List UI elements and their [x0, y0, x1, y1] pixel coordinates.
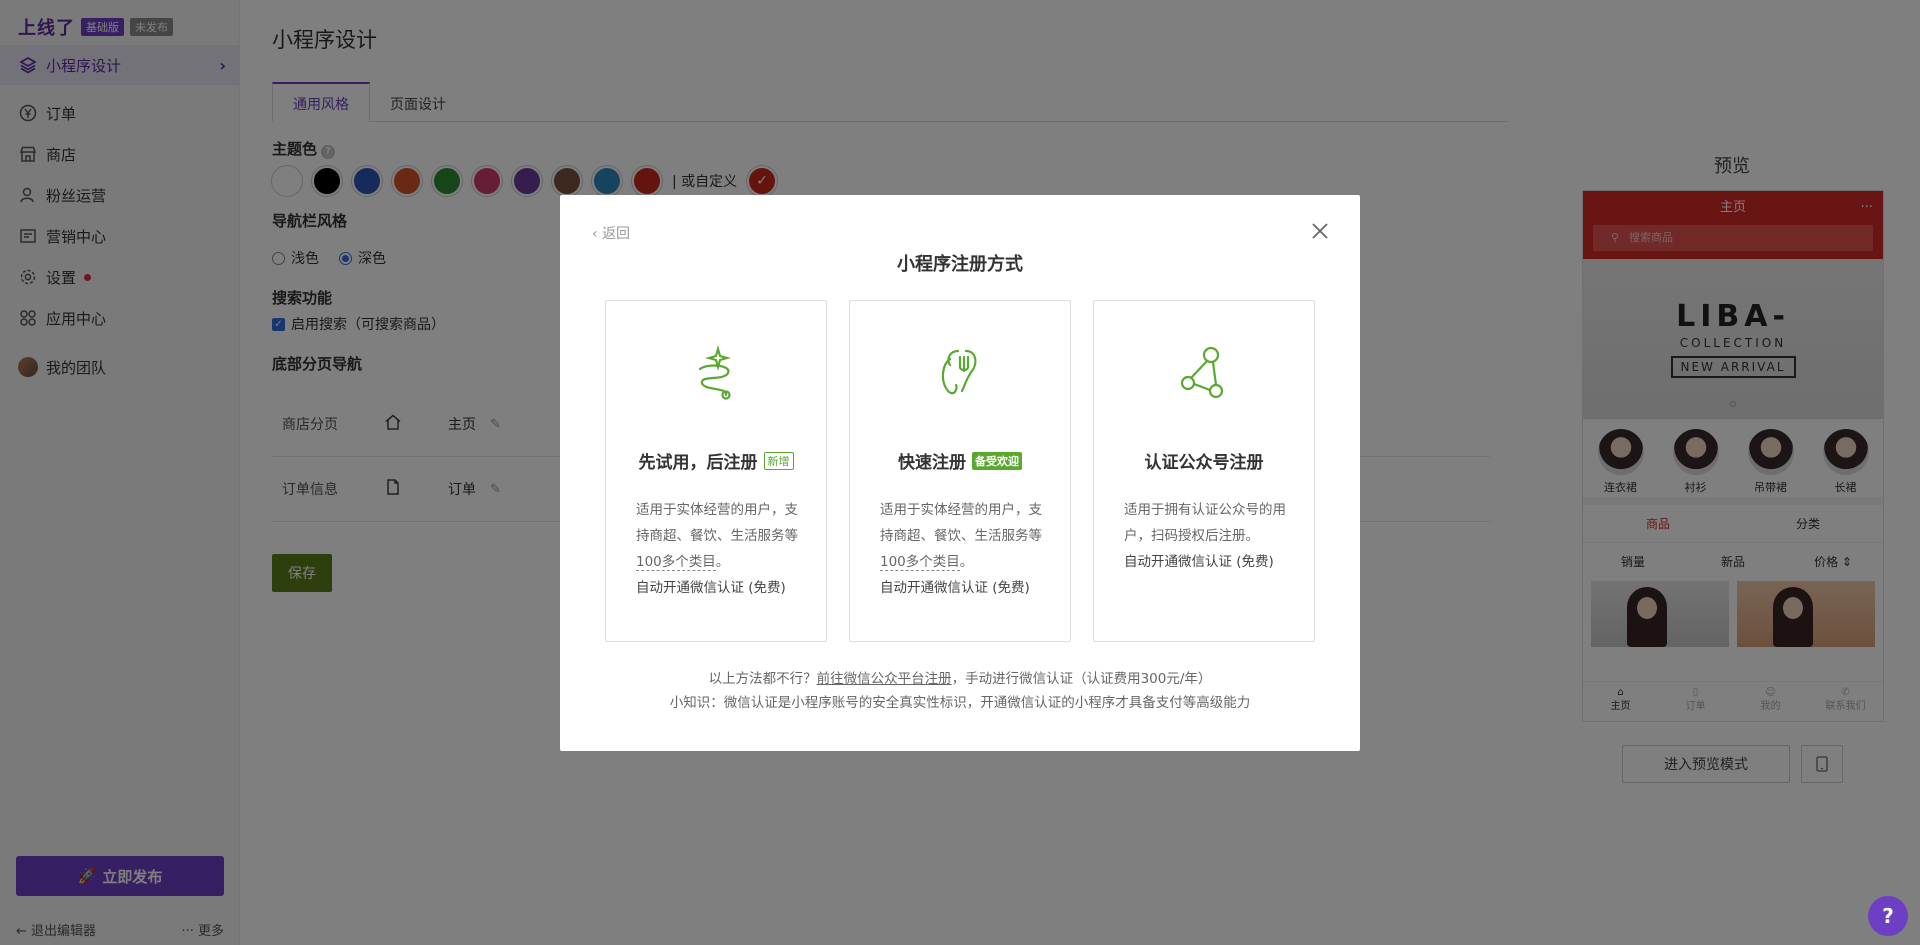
card-title-text: 先试用，后注册	[638, 453, 758, 473]
help-button[interactable]: ?	[1868, 896, 1908, 936]
category-count-link[interactable]: 100多个类目	[880, 554, 960, 571]
card-free-note: 自动开通微信认证 (免费)	[880, 580, 1030, 596]
new-tag: 新增	[763, 451, 794, 470]
modal-tip: 小知识：微信认证是小程序账号的安全真实性标识，开通微信认证的小程序才具备支付等高…	[669, 695, 1251, 711]
card-title: 先试用，后注册 新增	[606, 448, 826, 473]
modal-footer-note: 以上方法都不行？前往微信公众平台注册，手动进行微信认证（认证费用300元/年）	[560, 667, 1360, 687]
card-title: 快速注册 备受欢迎	[850, 448, 1070, 473]
card-title-text: 认证公众号注册	[1144, 453, 1264, 473]
register-card-official-account[interactable]: 认证公众号注册 适用于拥有认证公众号的用户，扫码授权后注册。 自动开通微信认证 …	[1093, 300, 1315, 642]
card-description: 适用于拥有认证公众号的用户，扫码授权后注册。	[1124, 502, 1286, 544]
card-free-note: 自动开通微信认证 (免费)	[636, 580, 786, 596]
category-count-link[interactable]: 100多个类目	[636, 554, 716, 571]
desc-text: 适用于实体经营的用户，支持商超、餐饮、生活服务等	[880, 502, 1042, 544]
register-card-trial[interactable]: 先试用，后注册 新增 适用于实体经营的用户，支持商超、餐饮、生活服务等 100多个…	[605, 300, 827, 642]
desc-text: 。	[959, 554, 974, 570]
chevron-left-icon: ‹	[592, 226, 603, 242]
back-label: 返回	[602, 226, 631, 242]
desc-text: 。	[715, 554, 730, 570]
card-free-note: 自动开通微信认证 (免费)	[1124, 554, 1274, 570]
footer-text: 以上方法都不行？	[708, 671, 817, 687]
register-card-quick[interactable]: 快速注册 备受欢迎 适用于实体经营的用户，支持商超、餐饮、生活服务等 100多个类…	[849, 300, 1071, 642]
card-title: 认证公众号注册	[1094, 448, 1314, 473]
desc-text: 适用于实体经营的用户，支持商超、餐饮、生活服务等	[636, 502, 798, 544]
back-link[interactable]: ‹ 返回	[592, 223, 630, 243]
register-modal: ‹ 返回 小程序注册方式 先试用，后注册 新增 适用于实体经营的用户，支持商超、…	[560, 195, 1360, 751]
card-description: 适用于实体经营的用户，支持商超、餐饮、生活服务等 100多个类目。	[880, 497, 1050, 575]
footer-text: ，手动进行微信认证（认证费用300元/年）	[951, 671, 1212, 687]
popular-tag: 备受欢迎	[972, 451, 1022, 470]
wechat-platform-link[interactable]: 前往微信公众平台注册	[817, 671, 952, 687]
share-nodes-icon	[1094, 345, 1314, 401]
close-icon[interactable]	[1310, 221, 1330, 241]
fork-spoon-icon	[850, 345, 1070, 401]
card-title-text: 快速注册	[898, 453, 966, 473]
card-description: 适用于实体经营的用户，支持商超、餐饮、生活服务等 100多个类目。	[636, 497, 806, 575]
sparkle-path-icon	[606, 345, 826, 401]
modal-title: 小程序注册方式	[897, 254, 1023, 275]
